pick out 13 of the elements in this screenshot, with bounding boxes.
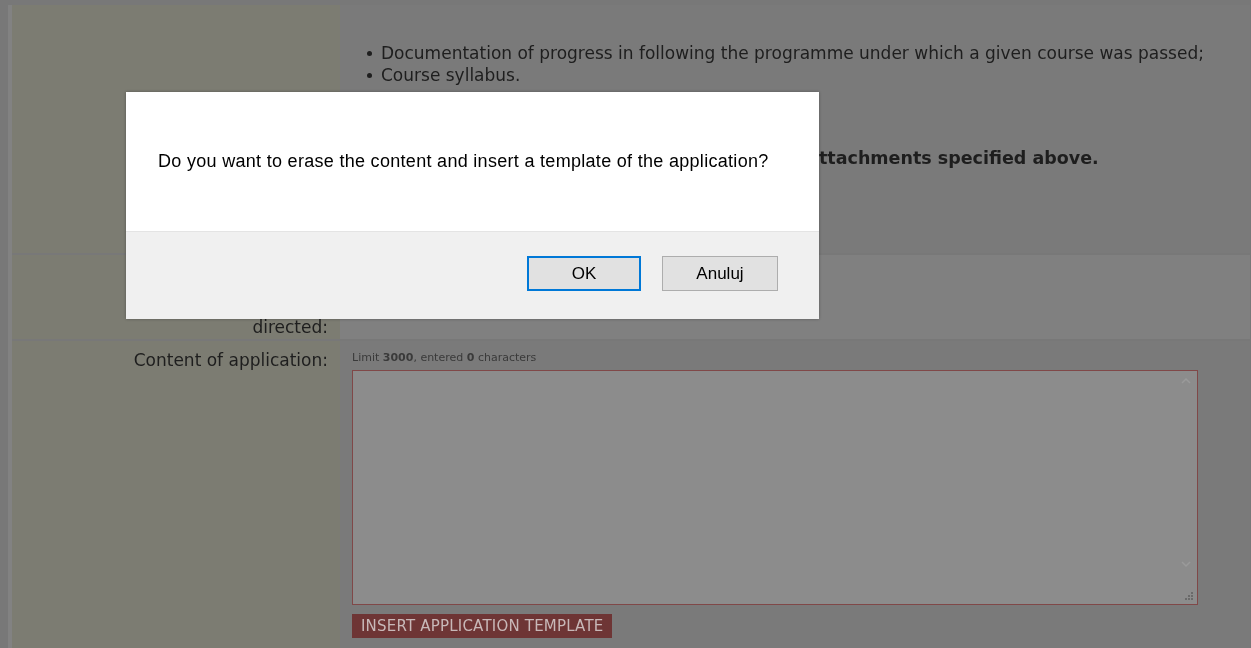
resize-grip-icon[interactable] (1185, 592, 1193, 600)
note-text: ttachments specified above. (819, 148, 1100, 168)
list-item: Course syllabus. (381, 65, 521, 85)
bullet-icon (367, 72, 372, 78)
insert-template-button[interactable]: INSERT APPLICATION TEMPLATE (352, 614, 613, 638)
field-label: directed: (252, 317, 328, 337)
character-limit-hint: Limit 3000, entered 0 characters (352, 351, 538, 366)
dialog-button[interactable]: Anuluj (662, 256, 778, 291)
application-textarea[interactable] (352, 370, 1198, 605)
bullet-icon (367, 50, 372, 56)
list-item: Documentation of progress in following the programme under which a given course was passed; (381, 43, 1204, 63)
field-label: Content of application: (133, 350, 328, 370)
dialog-button[interactable]: OK (527, 256, 641, 291)
